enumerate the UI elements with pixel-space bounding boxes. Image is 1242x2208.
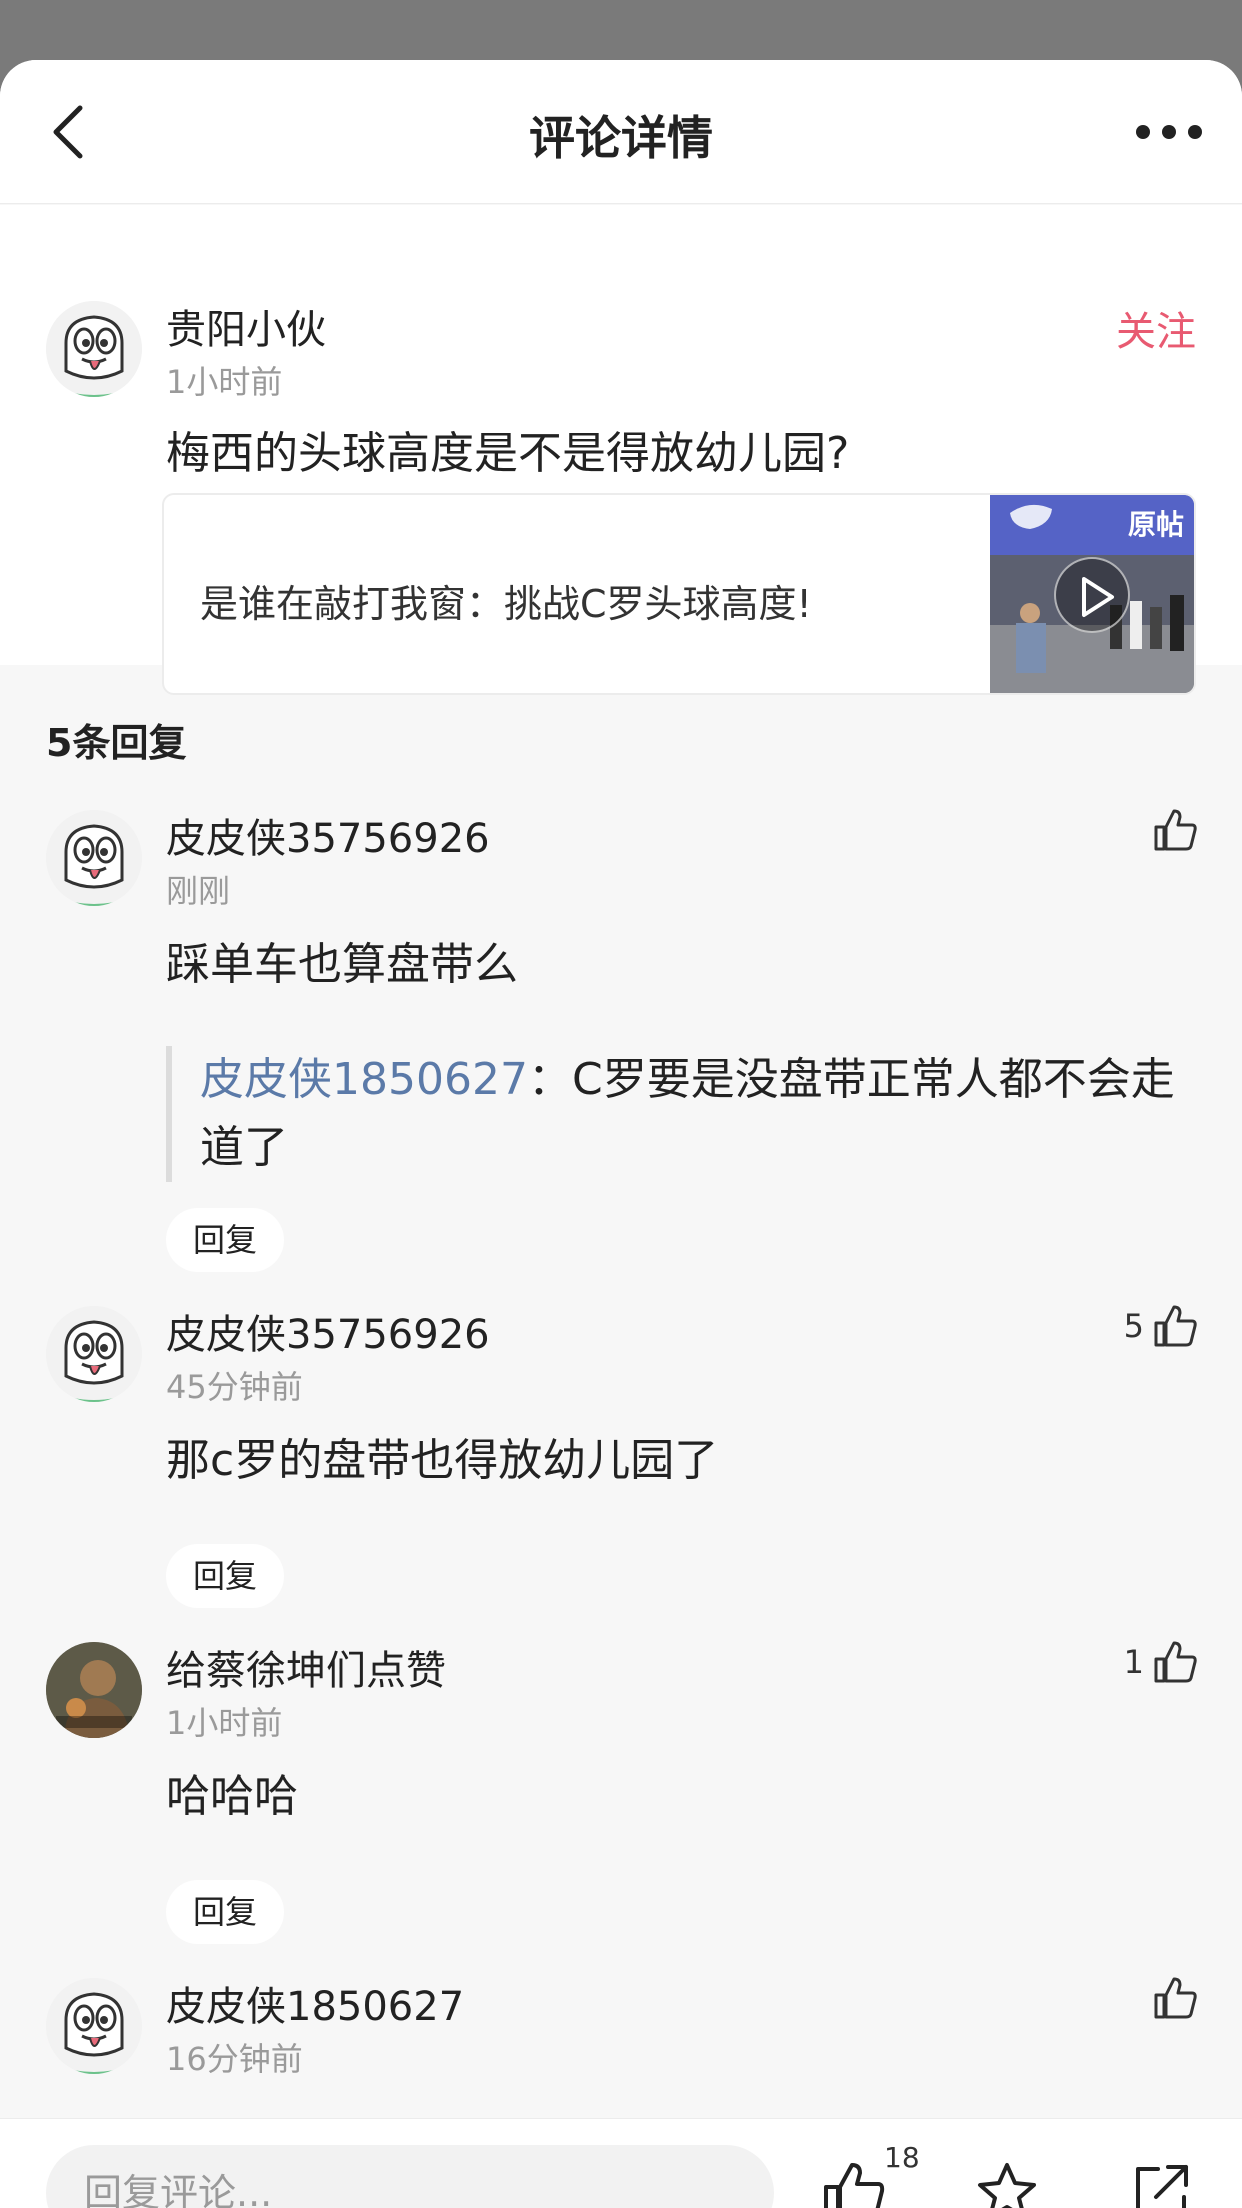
original-post-card[interactable]: 是谁在敲打我窗：挑战C罗头球高度! 原帖 <box>162 493 1196 695</box>
reply-username[interactable]: 皮皮侠35756926 <box>166 1302 490 1360</box>
play-button[interactable] <box>1054 557 1130 633</box>
avatar-photo-icon <box>46 1642 142 1738</box>
avatar-face-icon <box>46 1306 142 1402</box>
reply-time: 1小时前 <box>166 1704 283 1742</box>
avatar-face-icon <box>46 1978 142 2074</box>
like-count: 1 <box>1123 1643 1144 1681</box>
reply-time: 16分钟前 <box>166 2040 303 2078</box>
quote-separator: ： <box>527 1054 572 1105</box>
post-thumbnail: 原帖 <box>990 495 1194 693</box>
thumbs-up-icon <box>824 2163 885 2208</box>
bottom-action-bar: 18 <box>0 2118 1242 2208</box>
thumbs-up-icon <box>1154 809 1197 851</box>
favorite-button[interactable] <box>974 2159 1040 2208</box>
original-post-badge: 原帖 <box>1127 508 1184 541</box>
play-icon <box>1082 577 1114 617</box>
like-total-badge: 18 <box>884 2141 920 2174</box>
post-card-title: 是谁在敲打我窗：挑战C罗头球高度! <box>200 582 812 626</box>
avatar[interactable] <box>46 810 142 906</box>
comment-text: 梅西的头球高度是不是得放幼儿园? <box>166 428 850 479</box>
reply-username[interactable]: 皮皮侠1850627 <box>166 1974 464 2032</box>
reply-time: 45分钟前 <box>166 1368 303 1406</box>
reply-username[interactable]: 给蔡徐坤们点赞 <box>166 1638 446 1696</box>
reply-comment-input[interactable] <box>46 2145 774 2208</box>
avatar[interactable] <box>46 1642 142 1738</box>
thumbs-up-icon <box>1154 1641 1197 1683</box>
avatar[interactable] <box>46 301 142 397</box>
main-comment: 贵阳小伙 1小时前 关注 梅西的头球高度是不是得放幼儿园? 是谁在敲打我窗：挑战… <box>0 205 1242 695</box>
share-button[interactable] <box>1128 2159 1194 2208</box>
reply-button[interactable]: 回复 <box>166 1208 284 1272</box>
like-button[interactable] <box>1144 806 1198 854</box>
more-button[interactable] <box>1132 116 1206 146</box>
follow-button[interactable]: 关注 <box>1116 299 1196 357</box>
reply-button[interactable]: 回复 <box>166 1880 284 1944</box>
reply-time: 刚刚 <box>166 872 231 910</box>
reply-text: 那c罗的盘带也得放幼儿园了 <box>166 1435 719 1486</box>
reply-text: 哈哈哈 <box>166 1771 298 1822</box>
like-count: 5 <box>1123 1307 1144 1345</box>
star-icon <box>978 2163 1036 2208</box>
like-button[interactable]: 1 <box>1124 1638 1198 1686</box>
reply-button[interactable]: 回复 <box>166 1544 284 1608</box>
more-dots-icon <box>1136 125 1150 139</box>
like-button[interactable]: 5 <box>1124 1302 1198 1350</box>
quoted-reply: 皮皮侠1850627：C罗要是没盘带正常人都不会走道了 <box>166 1046 1206 1182</box>
like-button[interactable] <box>1144 1974 1198 2022</box>
like-button[interactable] <box>820 2159 886 2208</box>
avatar[interactable] <box>46 1978 142 2074</box>
header-bar: 评论详情 <box>0 60 1242 204</box>
quoted-username[interactable]: 皮皮侠1850627 <box>200 1054 528 1105</box>
avatar-face-icon <box>46 810 142 906</box>
share-icon <box>1136 2165 1188 2208</box>
avatar[interactable] <box>46 1306 142 1402</box>
comment-detail-sheet: 评论详情 贵阳小伙 1小时前 关注 梅西的头球高度是不是得放幼儿园? 是谁在敲打… <box>0 60 1242 2208</box>
replies-count: 5条回复 <box>46 721 187 765</box>
comment-time: 1小时前 <box>166 363 283 401</box>
thumbs-up-icon <box>1154 1977 1197 2019</box>
comment-username[interactable]: 贵阳小伙 <box>166 297 326 355</box>
avatar-face-icon <box>46 301 142 397</box>
reply-text: 踩单车也算盘带么 <box>166 939 518 990</box>
thumbs-up-icon <box>1154 1305 1197 1347</box>
reply-username[interactable]: 皮皮侠35756926 <box>166 806 490 864</box>
page-title: 评论详情 <box>529 111 713 165</box>
